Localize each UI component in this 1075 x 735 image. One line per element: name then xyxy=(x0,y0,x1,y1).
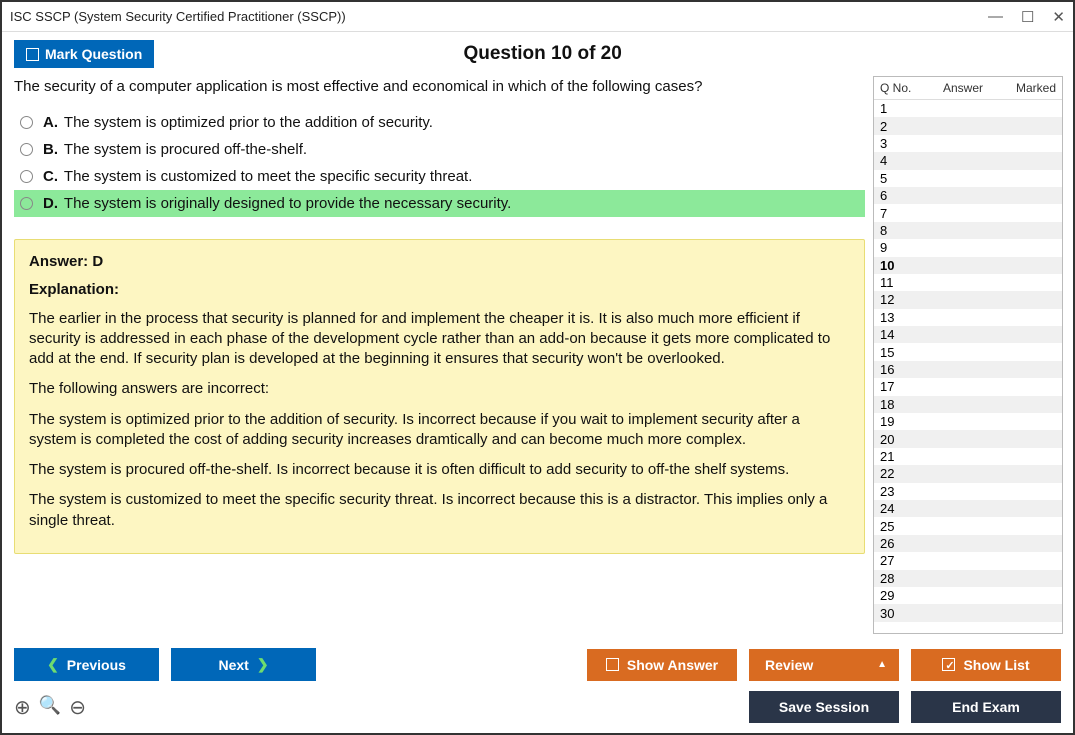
qlist-header-answer: Answer xyxy=(920,81,1006,95)
mark-question-button[interactable]: Mark Question xyxy=(14,40,154,68)
question-row[interactable]: 12 xyxy=(874,291,1062,308)
question-row[interactable]: 11 xyxy=(874,274,1062,291)
question-row[interactable]: 22 xyxy=(874,465,1062,482)
zoom-in-icon[interactable]: 🔍 xyxy=(39,695,61,720)
question-row[interactable]: 19 xyxy=(874,413,1062,430)
explanation-p1: The earlier in the process that security… xyxy=(29,309,850,370)
question-row[interactable]: 14 xyxy=(874,326,1062,343)
question-row[interactable]: 6 xyxy=(874,187,1062,204)
window-title: ISC SSCP (System Security Certified Prac… xyxy=(10,9,988,24)
question-row[interactable]: 4 xyxy=(874,152,1062,169)
zoom-out-icon[interactable]: ⊖ xyxy=(69,695,86,720)
dropdown-arrow-icon: ▲ xyxy=(877,659,887,670)
qlist-header-marked: Marked xyxy=(1006,81,1056,95)
question-row[interactable]: 5 xyxy=(874,170,1062,187)
checkbox-checked-icon xyxy=(942,658,955,671)
question-prompt: The security of a computer application i… xyxy=(14,78,865,95)
qlist-header-no: Q No. xyxy=(880,81,920,95)
radio-icon xyxy=(20,116,33,129)
show-answer-button[interactable]: Show Answer xyxy=(587,649,737,681)
explanation-p3: The system is optimized prior to the add… xyxy=(29,410,850,451)
question-row[interactable]: 13 xyxy=(874,309,1062,326)
option-d-text: The system is originally designed to pro… xyxy=(64,195,511,212)
radio-icon xyxy=(20,170,33,183)
review-button[interactable]: Review ▲ xyxy=(749,649,899,681)
explanation-box: Answer: D Explanation: The earlier in th… xyxy=(14,239,865,554)
next-button[interactable]: Next ❯ xyxy=(171,648,316,681)
question-row[interactable]: 29 xyxy=(874,587,1062,604)
explanation-label: Explanation: xyxy=(29,280,850,300)
option-c[interactable]: C. The system is customized to meet the … xyxy=(14,163,865,190)
explanation-p2: The following answers are incorrect: xyxy=(29,379,850,399)
question-row[interactable]: 7 xyxy=(874,204,1062,221)
chevron-right-icon: ❯ xyxy=(257,656,269,673)
chevron-left-icon: ❮ xyxy=(47,656,59,673)
question-list[interactable]: 1234567891011121314151617181920212223242… xyxy=(874,100,1062,633)
question-row[interactable]: 2 xyxy=(874,117,1062,134)
checkbox-icon xyxy=(26,48,39,61)
question-row[interactable]: 24 xyxy=(874,500,1062,517)
option-a-text: The system is optimized prior to the add… xyxy=(64,114,433,131)
mark-label: Mark Question xyxy=(45,46,142,62)
titlebar: ISC SSCP (System Security Certified Prac… xyxy=(2,2,1073,32)
answer-label: Answer: D xyxy=(29,252,850,272)
question-row[interactable]: 28 xyxy=(874,570,1062,587)
explanation-p5: The system is customized to meet the spe… xyxy=(29,490,850,531)
question-counter: Question 10 of 20 xyxy=(154,43,931,65)
option-a[interactable]: A. The system is optimized prior to the … xyxy=(14,109,865,136)
close-button[interactable]: ✕ xyxy=(1052,8,1065,26)
radio-icon xyxy=(20,197,33,210)
question-row[interactable]: 21 xyxy=(874,448,1062,465)
option-d[interactable]: D. The system is originally designed to … xyxy=(14,190,865,217)
question-row[interactable]: 17 xyxy=(874,378,1062,395)
question-row[interactable]: 1 xyxy=(874,100,1062,117)
question-list-panel: Q No. Answer Marked 12345678910111213141… xyxy=(873,76,1063,634)
option-b-text: The system is procured off-the-shelf. xyxy=(64,141,307,158)
question-row[interactable]: 30 xyxy=(874,604,1062,621)
question-row[interactable]: 18 xyxy=(874,396,1062,413)
save-session-button[interactable]: Save Session xyxy=(749,691,899,723)
question-row[interactable]: 27 xyxy=(874,552,1062,569)
question-row[interactable]: 23 xyxy=(874,483,1062,500)
question-row[interactable]: 16 xyxy=(874,361,1062,378)
checkbox-icon xyxy=(606,658,619,671)
question-row[interactable]: 25 xyxy=(874,517,1062,534)
show-list-button[interactable]: Show List xyxy=(911,649,1061,681)
question-row[interactable]: 20 xyxy=(874,430,1062,447)
previous-button[interactable]: ❮ Previous xyxy=(14,648,159,681)
question-row[interactable]: 15 xyxy=(874,343,1062,360)
explanation-p4: The system is procured off-the-shelf. Is… xyxy=(29,460,850,480)
question-row[interactable]: 26 xyxy=(874,535,1062,552)
option-b[interactable]: B. The system is procured off-the-shelf. xyxy=(14,136,865,163)
question-row[interactable]: 3 xyxy=(874,135,1062,152)
maximize-button[interactable]: ☐ xyxy=(1021,8,1034,26)
end-exam-button[interactable]: End Exam xyxy=(911,691,1061,723)
minimize-button[interactable]: — xyxy=(988,8,1003,26)
question-row[interactable]: 9 xyxy=(874,239,1062,256)
zoom-reset-icon[interactable]: ⊕ xyxy=(14,695,31,720)
radio-icon xyxy=(20,143,33,156)
option-c-text: The system is customized to meet the spe… xyxy=(64,168,473,185)
question-row[interactable]: 8 xyxy=(874,222,1062,239)
question-row[interactable]: 10 xyxy=(874,257,1062,274)
